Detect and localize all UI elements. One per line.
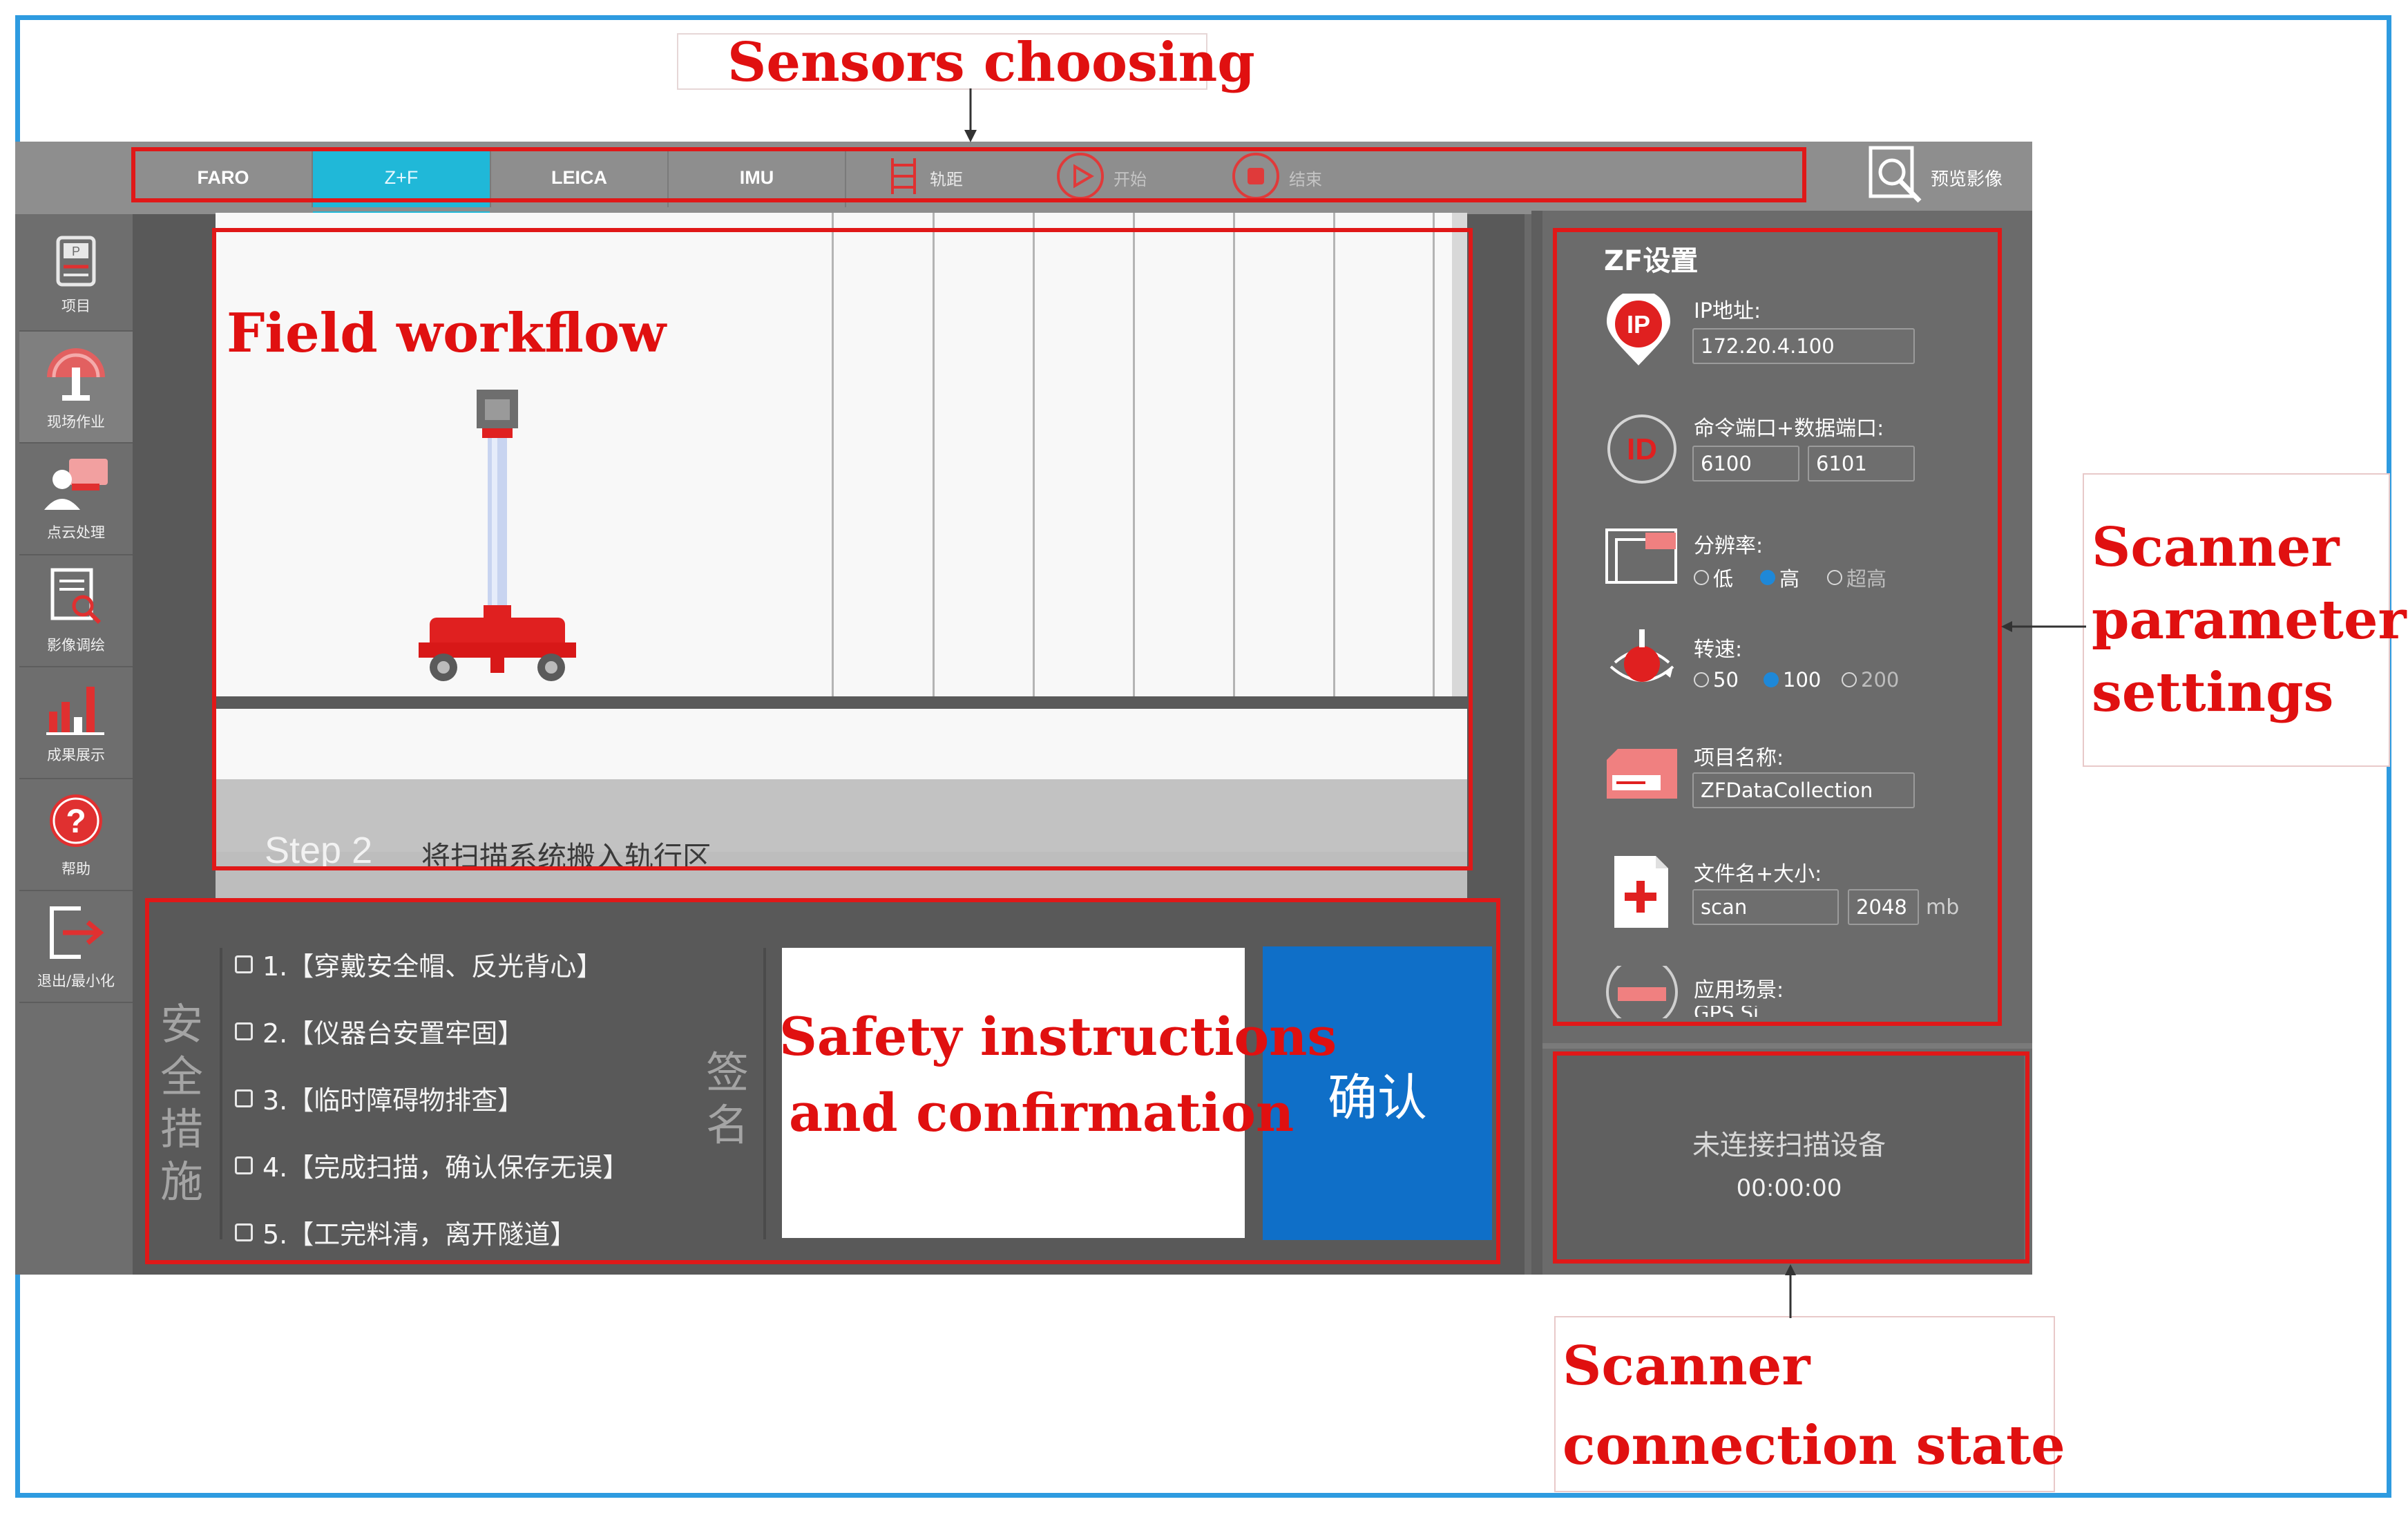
parameter-label-line2: parameter [2092, 589, 2407, 651]
settings-divider [1542, 1043, 2032, 1049]
sidebar-label: 退出/最小化 [37, 972, 115, 989]
workflow-label: Field workflow [227, 302, 667, 365]
results-chart-icon [45, 681, 107, 740]
sidebar-label: 成果展示 [47, 746, 105, 763]
sensors-label: Sensors choosing [727, 31, 1255, 94]
sidebar-label: 影像调绘 [47, 636, 105, 654]
sidebar-label: 点云处理 [47, 524, 105, 541]
image-survey-icon [48, 567, 104, 630]
safety-label-line1: Safety instructions [779, 1006, 1337, 1067]
connection-label-line2: connection state [1563, 1414, 2065, 1477]
sidebar-label: 项目 [61, 297, 90, 314]
sidebar-item-point-cloud[interactable]: 点云处理 [19, 444, 133, 555]
sidebar-label: 现场作业 [47, 413, 105, 430]
panel-splitter [1531, 211, 1542, 1275]
parameter-label-line1: Scanner [2092, 516, 2340, 579]
sidebar-item-exit[interactable]: 退出/最小化 [19, 891, 133, 1003]
sensors-arrow [964, 88, 977, 142]
project-icon: P [54, 235, 98, 291]
connection-arrow [1785, 1264, 1796, 1318]
svg-text:P: P [72, 245, 80, 258]
sidebar-item-results[interactable]: 成果展示 [19, 667, 133, 779]
preview-image-button[interactable]: 预览影像 [1869, 145, 2041, 211]
help-icon: ? [46, 791, 106, 854]
preview-label: 预览影像 [1931, 169, 2003, 190]
svg-text:?: ? [66, 803, 86, 840]
magnifier-icon [1869, 146, 1924, 210]
parameter-arrow [2001, 621, 2086, 632]
sidebar-item-project[interactable]: P 项目 [19, 220, 133, 332]
sensors-annotation-box [131, 147, 1806, 202]
safety-label-line2: and confirmation [789, 1082, 1294, 1143]
sidebar-label: 帮助 [61, 860, 90, 877]
field-work-icon [43, 343, 109, 407]
connection-label-line1: Scanner [1563, 1335, 1810, 1398]
parameter-label-line3: settings [2092, 661, 2334, 724]
sidebar-item-field-work[interactable]: 现场作业 [19, 332, 133, 444]
connection-annotation-box [1553, 1051, 2029, 1264]
parameter-annotation-box [1553, 228, 2002, 1026]
sidebar-item-help[interactable]: ? 帮助 [19, 779, 133, 891]
point-cloud-icon [41, 456, 111, 517]
sidebar-item-image-survey[interactable]: 影像调绘 [19, 555, 133, 667]
exit-icon [46, 903, 106, 966]
